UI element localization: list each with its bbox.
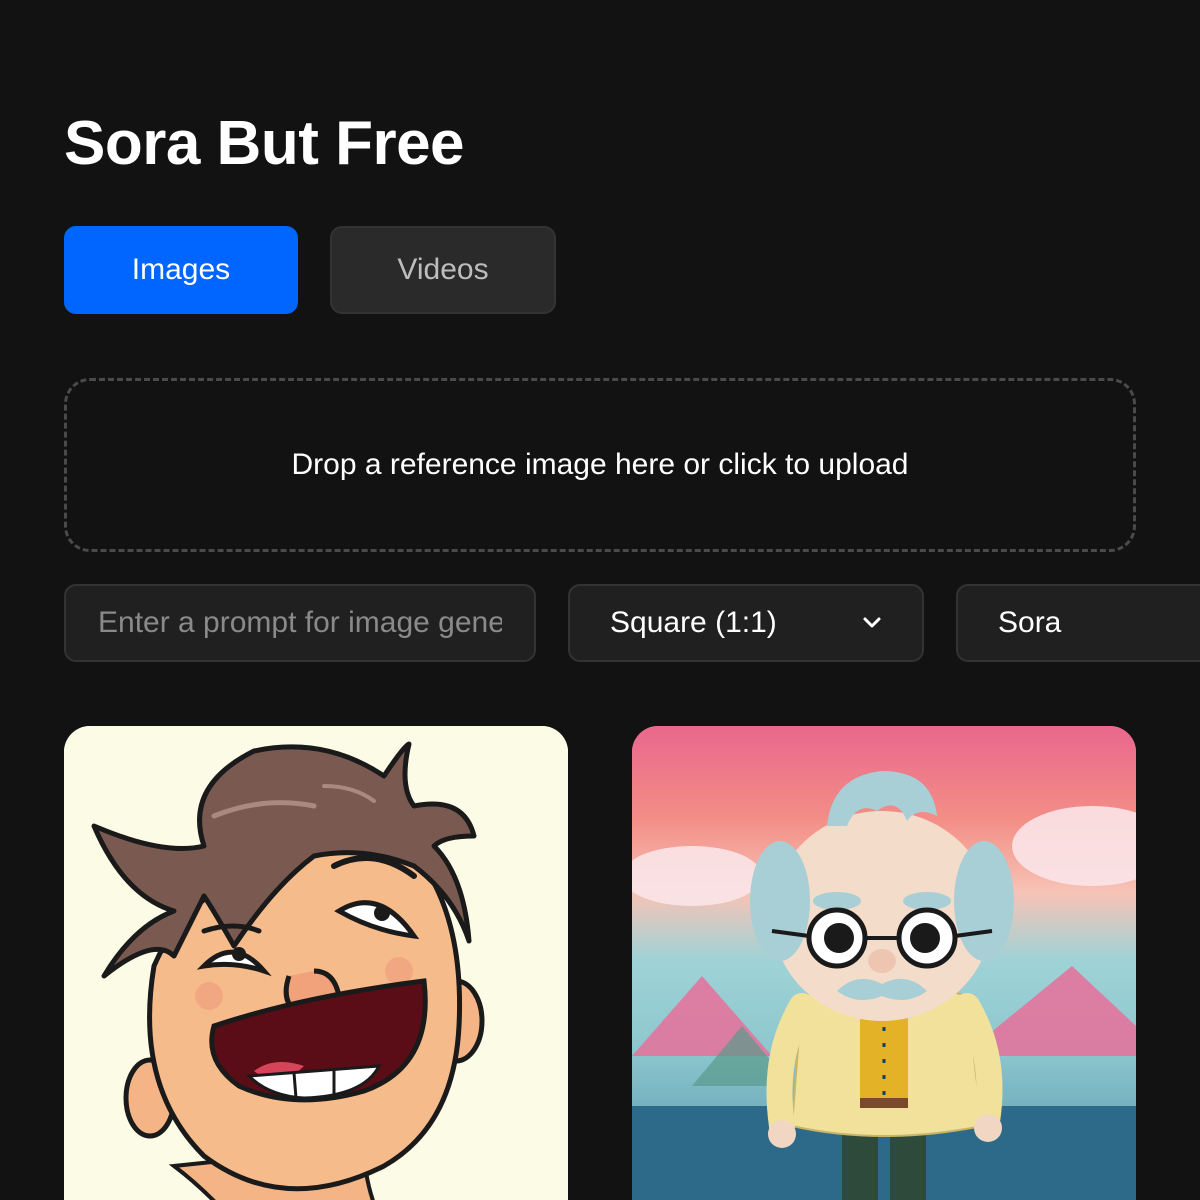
upload-dropzone[interactable]: Drop a reference image here or click to … xyxy=(64,378,1136,552)
model-value: Sora xyxy=(998,606,1062,639)
cartoon-laughing-boy-image xyxy=(64,726,568,1200)
old-man-toy-figurine-image xyxy=(632,726,1136,1200)
gallery-item-toy-figurine[interactable] xyxy=(632,726,1136,1200)
app-page: Sora But Free Images Videos Drop a refer… xyxy=(0,0,1200,1200)
tab-videos[interactable]: Videos xyxy=(330,226,556,314)
aspect-ratio-value: Square (1:1) xyxy=(610,606,777,639)
prompt-field[interactable] xyxy=(64,584,536,662)
tab-images[interactable]: Images xyxy=(64,226,298,314)
upload-dropzone-label: Drop a reference image here or click to … xyxy=(291,448,909,481)
page-title: Sora But Free xyxy=(64,109,465,178)
gallery-item-cartoon-boy[interactable] xyxy=(64,726,568,1200)
aspect-ratio-select[interactable]: Square (1:1) xyxy=(568,584,924,662)
prompt-input[interactable] xyxy=(66,586,534,660)
model-select[interactable]: Sora xyxy=(956,584,1200,662)
chevron-down-icon xyxy=(863,617,881,628)
